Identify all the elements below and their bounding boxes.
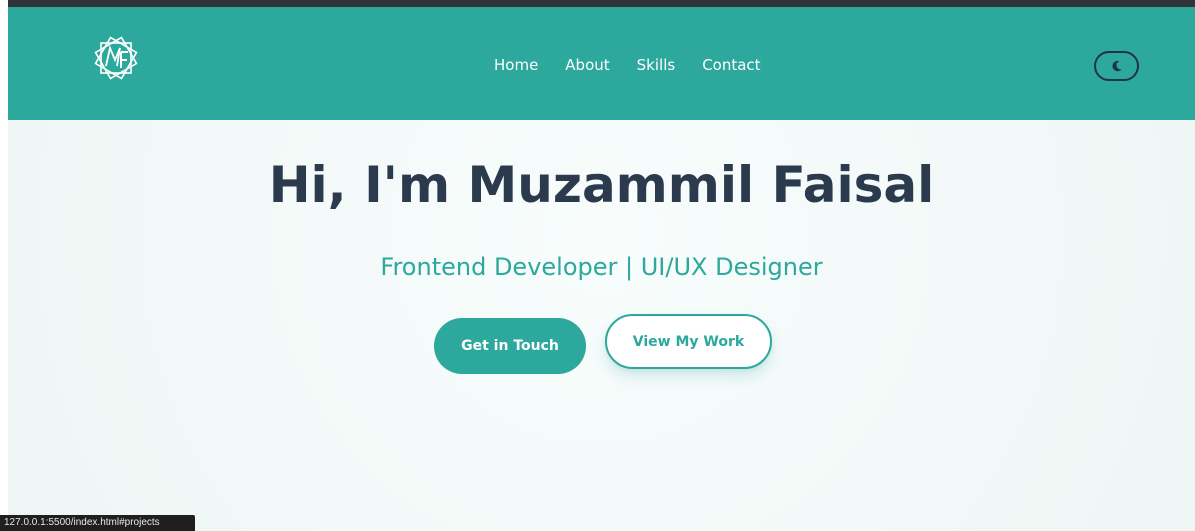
browser-status-url: 127.0.0.1:5500/index.html#projects bbox=[0, 515, 195, 531]
theme-toggle-button[interactable] bbox=[1094, 51, 1139, 81]
nav-link-skills[interactable]: Skills bbox=[637, 56, 676, 74]
hero-subtitle: Frontend Developer | UI/UX Designer bbox=[380, 253, 823, 281]
view-my-work-button[interactable]: View My Work bbox=[605, 314, 772, 369]
hero-title: Hi, I'm Muzammil Faisal bbox=[268, 156, 935, 214]
browser-top-edge bbox=[0, 0, 1195, 7]
browser-left-edge bbox=[0, 0, 8, 531]
portfolio-page: Home About Skills Contact Hi, I'm Muzamm… bbox=[0, 0, 1195, 531]
nav-link-home[interactable]: Home bbox=[494, 56, 538, 74]
nav-link-contact[interactable]: Contact bbox=[702, 56, 760, 74]
moon-icon bbox=[1111, 60, 1122, 72]
logo-icon bbox=[94, 36, 138, 80]
main-navigation: Home About Skills Contact bbox=[494, 54, 761, 76]
hero-section: Hi, I'm Muzammil Faisal Frontend Develop… bbox=[8, 120, 1195, 531]
get-in-touch-button[interactable]: Get in Touch bbox=[434, 318, 586, 374]
nav-link-about[interactable]: About bbox=[565, 56, 609, 74]
mf-monogram-logo[interactable] bbox=[88, 30, 144, 86]
navbar: Home About Skills Contact bbox=[8, 7, 1195, 120]
